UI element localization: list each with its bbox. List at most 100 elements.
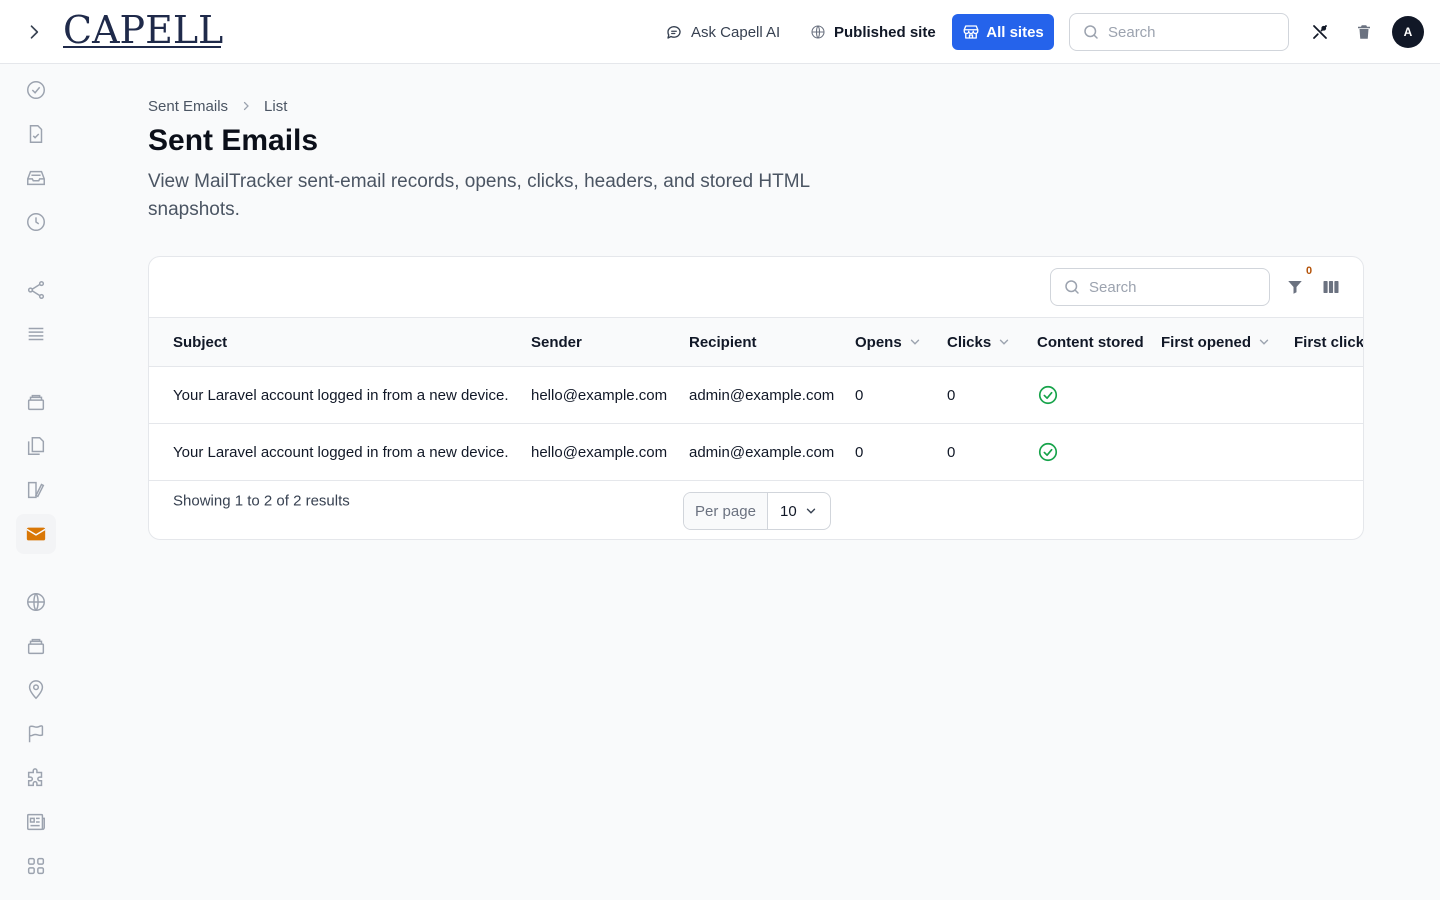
ask-ai-label: Ask Capell AI xyxy=(691,23,781,41)
cell-content-stored xyxy=(1037,367,1059,423)
table-search-input[interactable] xyxy=(1089,278,1249,296)
funnel-icon xyxy=(1288,281,1302,294)
trash-button[interactable] xyxy=(1350,18,1378,46)
share-icon xyxy=(27,281,45,299)
search-icon xyxy=(1084,25,1098,39)
sent-emails-table-card: 0 Subject Sender Recipient Opens Clicks … xyxy=(148,256,1364,540)
chevron-down-icon xyxy=(806,508,816,514)
sidebar-item-list[interactable] xyxy=(16,314,56,354)
column-label: Recipient xyxy=(689,333,757,351)
logo-underline xyxy=(63,46,221,48)
pagination-summary: Showing 1 to 2 of 2 results xyxy=(173,492,350,510)
column-header-content-stored: Content stored xyxy=(1037,318,1144,366)
global-search-input[interactable] xyxy=(1108,23,1268,41)
column-label: Opens xyxy=(855,333,902,351)
cell-clicks: 0 xyxy=(947,386,956,404)
sidebar-item-tasks[interactable] xyxy=(16,70,56,110)
sidebar-item-news[interactable] xyxy=(16,802,56,842)
sidebar-toggle-button[interactable] xyxy=(20,18,48,46)
tools-button[interactable] xyxy=(1306,18,1334,46)
breadcrumb-current: List xyxy=(264,97,288,115)
filter-count-badge: 0 xyxy=(1306,265,1313,277)
cell-sender: hello@example.com xyxy=(531,386,668,404)
wrench-screwdriver-icon xyxy=(1313,25,1327,39)
check-circle-icon xyxy=(1038,385,1058,405)
sidebar-item-archive[interactable] xyxy=(16,626,56,666)
published-site-link[interactable]: Published site xyxy=(810,20,936,44)
column-header-opens[interactable]: Opens xyxy=(855,318,922,366)
capell-logo[interactable]: CAPELL xyxy=(63,9,223,51)
sidebar-item-globe[interactable] xyxy=(16,582,56,622)
cell-opens: 0 xyxy=(855,386,864,404)
ask-ai-link[interactable]: Ask Capell AI xyxy=(665,20,780,44)
list-icon xyxy=(28,327,44,341)
copy-icon xyxy=(27,437,45,455)
grid-icon xyxy=(27,857,45,875)
filter-button[interactable] xyxy=(1283,273,1307,301)
top-bar: CAPELL Ask Capell AI Published site All … xyxy=(0,0,1440,64)
all-sites-button[interactable]: All sites xyxy=(952,14,1054,50)
sidebar-item-locations[interactable] xyxy=(16,670,56,710)
column-label: Sender xyxy=(531,333,582,351)
per-page-select[interactable]: 10 xyxy=(768,493,830,529)
sidebar-item-editor[interactable] xyxy=(16,470,56,510)
cell-content-stored xyxy=(1037,424,1059,480)
sidebar-item-inbox[interactable] xyxy=(16,158,56,198)
sidebar-item-emails[interactable] xyxy=(16,514,56,554)
page-title: Sent Emails xyxy=(148,124,319,157)
envelope-icon xyxy=(26,527,46,541)
trash-icon xyxy=(1358,25,1370,39)
column-header-first-opened[interactable]: First opened xyxy=(1161,318,1271,366)
chevron-right-icon xyxy=(30,25,39,39)
column-header-sender: Sender xyxy=(531,318,582,366)
published-site-label: Published site xyxy=(834,23,936,41)
column-label: First opened xyxy=(1161,333,1252,351)
cell-subject: Your Laravel account logged in from a ne… xyxy=(173,386,509,404)
sidebar-item-flags[interactable] xyxy=(16,714,56,754)
column-header-first-clicked[interactable]: First clicke xyxy=(1294,318,1364,366)
chevron-down-icon xyxy=(1259,339,1269,345)
puzzle-icon xyxy=(27,768,43,787)
column-label: Subject xyxy=(173,333,228,351)
flag-icon xyxy=(28,725,44,743)
sidebar-item-stack[interactable] xyxy=(16,382,56,422)
cell-recipient: admin@example.com xyxy=(689,386,835,404)
column-label: Content stored xyxy=(1037,333,1144,351)
breadcrumb-root-link[interactable]: Sent Emails xyxy=(148,98,228,115)
document-check-icon xyxy=(29,125,43,143)
sidebar-item-history[interactable] xyxy=(16,202,56,242)
cell-opens: 0 xyxy=(855,443,864,461)
chevron-down-icon xyxy=(910,339,919,345)
column-label: Clicks xyxy=(947,333,992,351)
table-header: Subject Sender Recipient Opens Clicks Co… xyxy=(149,317,1364,367)
per-page-control: Per page 10 xyxy=(683,492,831,530)
sidebar-item-pages[interactable] xyxy=(16,426,56,466)
sidebar xyxy=(0,65,72,900)
page-description: View MailTracker sent-email records, ope… xyxy=(148,171,810,220)
table-row[interactable]: Your Laravel account logged in from a ne… xyxy=(149,367,1363,424)
sidebar-item-apps[interactable] xyxy=(16,846,56,886)
per-page-label: Per page xyxy=(684,493,768,529)
chevron-down-icon xyxy=(1000,339,1009,345)
newspaper-icon xyxy=(27,813,45,831)
sidebar-item-documents[interactable] xyxy=(16,114,56,154)
cell-recipient: admin@example.com xyxy=(689,443,835,461)
table-search xyxy=(1050,268,1270,306)
storefront-icon xyxy=(963,25,979,39)
column-label: First clicke xyxy=(1294,333,1364,351)
sidebar-item-share[interactable] xyxy=(16,270,56,310)
chat-bubble-icon xyxy=(667,26,681,39)
map-pin-icon xyxy=(28,680,44,700)
sidebar-item-plugins[interactable] xyxy=(16,758,56,798)
columns-toggle-button[interactable] xyxy=(1318,273,1344,301)
column-header-recipient: Recipient xyxy=(689,318,757,366)
stack-icon xyxy=(27,394,45,411)
globe-icon xyxy=(27,593,45,611)
table-row[interactable]: Your Laravel account logged in from a ne… xyxy=(149,424,1363,481)
breadcrumb: Sent Emails List xyxy=(148,96,287,116)
avatar[interactable]: A xyxy=(1392,16,1424,48)
all-sites-label: All sites xyxy=(986,23,1044,41)
edit-icon xyxy=(27,481,45,499)
check-circle-icon xyxy=(1038,442,1058,462)
column-header-clicks[interactable]: Clicks xyxy=(947,318,1011,366)
